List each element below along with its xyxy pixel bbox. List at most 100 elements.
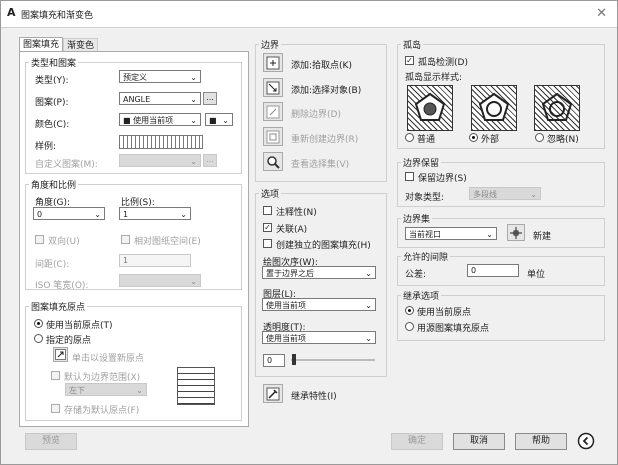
double-label: 双向(U) — [48, 237, 80, 247]
remove-boundaries-label: 删除边界(D) — [291, 110, 341, 120]
pattern-browse-button[interactable]: ... — [203, 92, 217, 105]
pick-points-icon — [266, 56, 280, 69]
relative-paper-checkbox[interactable] — [121, 235, 130, 244]
hatch-dialog: A 图案填充和渐变色 ✕ 图案填充 渐变色 类型和图案 类型(Y): 预定义 ⌄ … — [0, 0, 618, 465]
iso-pen-select[interactable]: ⌄ — [119, 274, 201, 287]
inherit-properties-button[interactable] — [263, 384, 283, 403]
normal-style-icon — [414, 92, 446, 121]
tolerance-unit-label: 单位 — [527, 270, 546, 280]
remove-boundaries-button[interactable] — [263, 102, 283, 121]
origin-position-select[interactable]: 左下 ⌄ — [65, 383, 147, 396]
pick-origin-icon — [55, 349, 66, 360]
set-origin-button[interactable] — [53, 347, 68, 362]
sample-preview[interactable] — [119, 135, 203, 149]
custom-browse-button[interactable]: ... — [203, 154, 217, 167]
select-objects-icon — [266, 81, 280, 94]
transparency-slider-thumb[interactable] — [292, 354, 296, 365]
pattern-select[interactable]: ANGLE ⌄ — [119, 92, 201, 105]
annotative-checkbox[interactable] — [263, 206, 272, 215]
cancel-button[interactable]: 取消 — [453, 433, 505, 450]
options-group — [255, 193, 387, 377]
independent-hatch-checkbox[interactable] — [263, 239, 272, 248]
window-title: 图案填充和渐变色 — [21, 11, 94, 21]
select-objects-button[interactable] — [263, 78, 283, 97]
transparency-input[interactable]: 0 — [263, 354, 285, 367]
inherit-source-origin-radio[interactable] — [405, 322, 414, 331]
chevron-down-icon: ⌄ — [94, 210, 101, 219]
default-extent-label: 默认为边界范围(X) — [64, 373, 141, 383]
collapse-button[interactable] — [577, 432, 595, 450]
tolerance-input[interactable]: 0 — [467, 264, 519, 277]
boundary-retention-title: 边界保留 — [401, 156, 442, 169]
inherit-brush-icon — [266, 387, 280, 400]
autocad-logo-icon: A — [7, 6, 16, 19]
chevron-down-icon: ⌄ — [190, 157, 197, 166]
preview-button[interactable]: 预览 — [25, 433, 77, 450]
double-checkbox[interactable] — [35, 235, 44, 244]
transparency-slider-track[interactable] — [291, 359, 375, 361]
specified-origin-radio[interactable] — [34, 334, 43, 343]
new-boundary-set-label: 新建 — [533, 232, 552, 242]
help-button[interactable]: 帮助 — [515, 433, 567, 450]
inherit-source-origin-label: 用源图案填充原点 — [417, 324, 490, 334]
origin-title: 图案填充原点 — [29, 300, 88, 313]
magnifier-icon — [267, 155, 280, 169]
draw-order-select[interactable]: 置于边界之后 ⌄ — [262, 266, 376, 279]
origin-preview-image — [177, 367, 215, 405]
recreate-boundary-label: 重新创建边界(R) — [291, 135, 359, 145]
type-label: 类型(Y): — [35, 76, 69, 86]
crosshair-icon — [510, 226, 522, 239]
options-title: 选项 — [259, 187, 282, 200]
chevron-down-icon: ⌄ — [180, 210, 187, 219]
island-outer-preview[interactable] — [471, 85, 517, 131]
object-type-select[interactable]: 多段线 ⌄ — [469, 187, 541, 200]
island-ignore-radio[interactable] — [535, 133, 544, 142]
custom-pattern-select[interactable]: ⌄ — [119, 154, 201, 167]
pick-points-label: 添加:拾取点(K) — [291, 61, 352, 71]
associative-label: 关联(A) — [276, 225, 308, 235]
view-selections-label: 查看选择集(V) — [291, 160, 350, 170]
tab-gradient[interactable]: 渐变色 — [63, 38, 99, 52]
retain-boundaries-checkbox[interactable] — [405, 172, 414, 181]
island-normal-label: 普通 — [417, 135, 436, 145]
new-boundary-set-button[interactable] — [507, 224, 525, 241]
transparency-select[interactable]: 使用当前项 ⌄ — [262, 331, 376, 344]
island-outer-radio[interactable] — [469, 133, 478, 142]
island-ignore-preview[interactable] — [534, 85, 580, 131]
spacing-input[interactable]: 1 — [119, 254, 191, 267]
recreate-boundary-button[interactable] — [263, 127, 283, 146]
ok-button[interactable]: 确定 — [391, 433, 443, 450]
island-normal-radio[interactable] — [405, 133, 414, 142]
scale-select[interactable]: 1 ⌄ — [119, 207, 191, 220]
view-selections-button[interactable] — [263, 152, 283, 171]
chevron-down-icon: ⌄ — [222, 116, 229, 125]
layer-select[interactable]: 使用当前项 ⌄ — [262, 298, 376, 311]
island-detect-checkbox[interactable]: ✓ — [405, 56, 414, 65]
iso-pen-label: ISO 笔宽(O): — [35, 281, 89, 291]
island-style-label: 孤岛显示样式: — [405, 73, 463, 83]
retain-boundaries-label: 保留边界(S) — [418, 174, 467, 184]
boundary-set-select[interactable]: 当前视口 ⌄ — [405, 227, 497, 240]
bgcolor-select[interactable]: ■ ⌄ — [205, 113, 233, 126]
type-pattern-title: 类型和图案 — [29, 56, 79, 69]
island-normal-preview[interactable] — [407, 85, 453, 131]
angle-select[interactable]: 0 ⌄ — [33, 207, 105, 220]
remove-boundaries-icon — [266, 105, 280, 118]
chevron-down-icon: ⌄ — [365, 269, 372, 278]
chevron-down-icon: ⌄ — [486, 230, 493, 239]
color-select[interactable]: ■ 使用当前项 ⌄ — [119, 113, 201, 126]
close-icon[interactable]: ✕ — [596, 6, 607, 21]
chevron-down-icon: ⌄ — [530, 190, 537, 199]
chevron-down-icon: ⌄ — [190, 73, 197, 82]
pick-points-button[interactable] — [263, 53, 283, 72]
default-extent-checkbox[interactable] — [51, 371, 60, 380]
use-current-origin-radio[interactable] — [34, 319, 43, 328]
inherit-current-origin-radio[interactable] — [405, 306, 414, 315]
store-origin-checkbox[interactable] — [51, 404, 60, 413]
store-origin-label: 存储为默认原点(F) — [64, 406, 140, 416]
sample-label: 样例: — [35, 142, 57, 152]
tab-hatch[interactable]: 图案填充 — [19, 37, 64, 51]
relative-paper-label: 相对图纸空间(E) — [134, 237, 201, 247]
type-select[interactable]: 预定义 ⌄ — [119, 70, 201, 83]
associative-checkbox[interactable]: ✓ — [263, 223, 272, 232]
